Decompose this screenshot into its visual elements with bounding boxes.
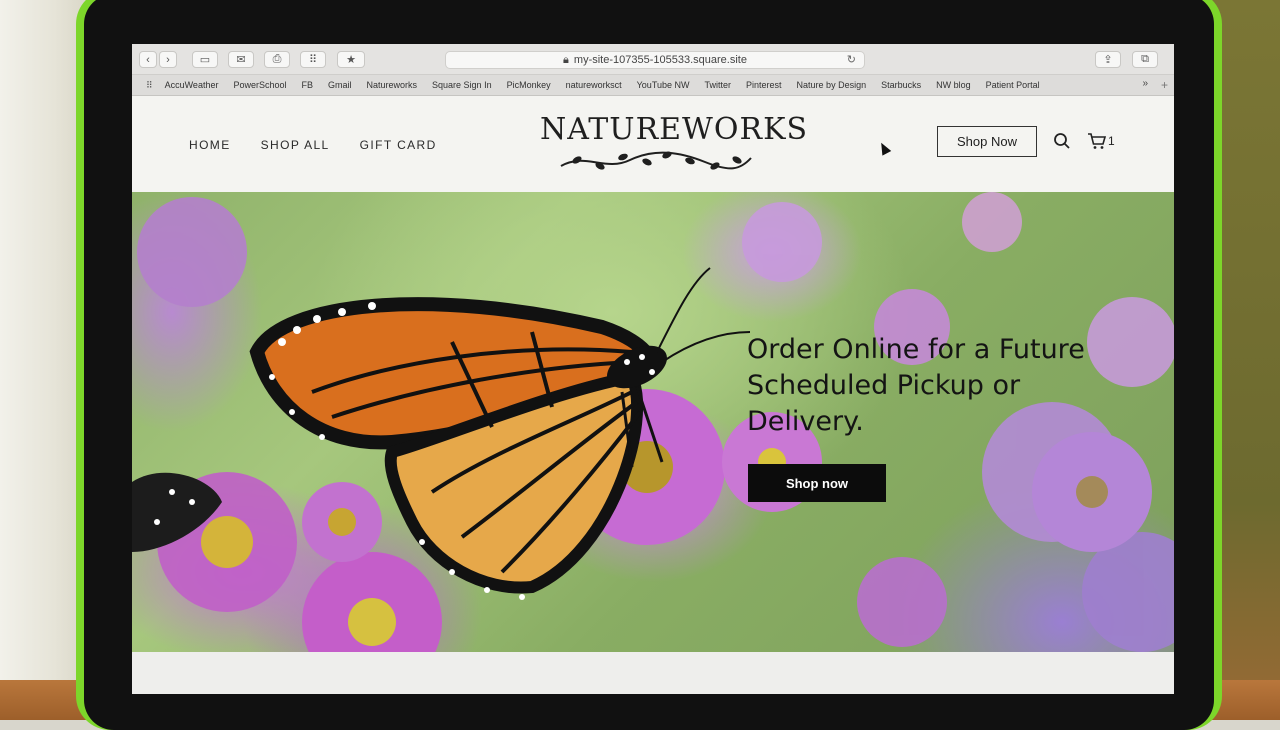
browser-toolbar: ‹ › ▭ ✉ ⎙ ⠿ ★ 🔒︎ my-site-107355-105533.s… [132,44,1174,75]
bookmark-item[interactable]: Square Sign In [432,80,492,90]
search-icon[interactable] [1053,132,1071,150]
forward-icon[interactable]: › [159,51,177,68]
url-text: my-site-107355-105533.square.site [573,54,747,66]
bookmark-item[interactable]: Nature by Design [797,80,867,90]
vine-ornament-icon [560,151,752,170]
grid-icon[interactable]: ⠿ [300,51,326,68]
back-icon[interactable]: ‹ [139,51,157,68]
cart-count: 1 [1108,134,1115,148]
share-icon[interactable]: ⇪ [1095,51,1121,68]
bookmark-item[interactable]: AccuWeather [165,80,219,90]
address-bar[interactable]: 🔒︎ my-site-107355-105533.square.site ↻ [445,51,865,69]
bookmark-icon[interactable]: ★ [337,51,365,68]
bookmark-item[interactable]: FB [301,80,313,90]
reload-icon[interactable]: ↻ [847,53,856,66]
hero-headline: Order Online for a Future Scheduled Pick… [747,334,1085,437]
bookmark-item[interactable]: Pinterest [746,80,782,90]
shop-now-hero-button[interactable]: Shop now [748,464,886,502]
add-tab-icon[interactable]: + [1161,78,1168,92]
browser-window: ‹ › ▭ ✉ ⎙ ⠿ ★ 🔒︎ my-site-107355-105533.s… [132,44,1174,694]
bookmark-item[interactable]: Twitter [705,80,732,90]
site-logo[interactable]: NATUREWORKS [540,112,809,176]
nav-gift-card[interactable]: GIFT CARD [360,138,437,152]
bookmark-item[interactable]: Starbucks [881,80,921,90]
print-icon[interactable]: ⎙ [264,51,290,68]
bookmark-item[interactable]: YouTube NW [637,80,690,90]
hero-banner: Order Online for a Future Scheduled Pick… [132,192,1174,652]
bookmark-item[interactable]: PicMonkey [507,80,551,90]
tabs-icon[interactable]: ⧉ [1132,51,1158,68]
site-header: HOME SHOP ALL GIFT CARD NATUREWORKS Shop… [132,96,1174,192]
mouse-cursor-icon [876,140,892,156]
bookmark-item[interactable]: PowerSchool [233,80,286,90]
main-nav: HOME SHOP ALL GIFT CARD [189,138,437,152]
content-section [132,652,1174,694]
sidebar-icon[interactable]: ▭ [192,51,218,68]
top-sites-icon[interactable]: ⠿ [146,80,153,91]
bookmarks-bar: ⠿ AccuWeather PowerSchool FB Gmail Natur… [132,75,1174,96]
bookmark-item[interactable]: Patient Portal [986,80,1040,90]
more-bookmarks-icon[interactable]: » [1142,78,1148,89]
cart-button[interactable]: 1 [1087,132,1115,150]
nav-home[interactable]: HOME [189,138,231,152]
shop-now-header-button[interactable]: Shop Now [937,126,1037,157]
bookmark-item[interactable]: natureworksct [566,80,622,90]
bookmark-item[interactable]: Natureworks [367,80,418,90]
logo-text: NATUREWORKS [540,112,809,147]
nav-shop-all[interactable]: SHOP ALL [261,138,330,152]
lock-icon: 🔒︎ [563,53,569,66]
cart-icon [1088,133,1107,149]
mail-icon[interactable]: ✉ [228,51,254,68]
bookmark-item[interactable]: Gmail [328,80,352,90]
bookmark-item[interactable]: NW blog [936,80,971,90]
